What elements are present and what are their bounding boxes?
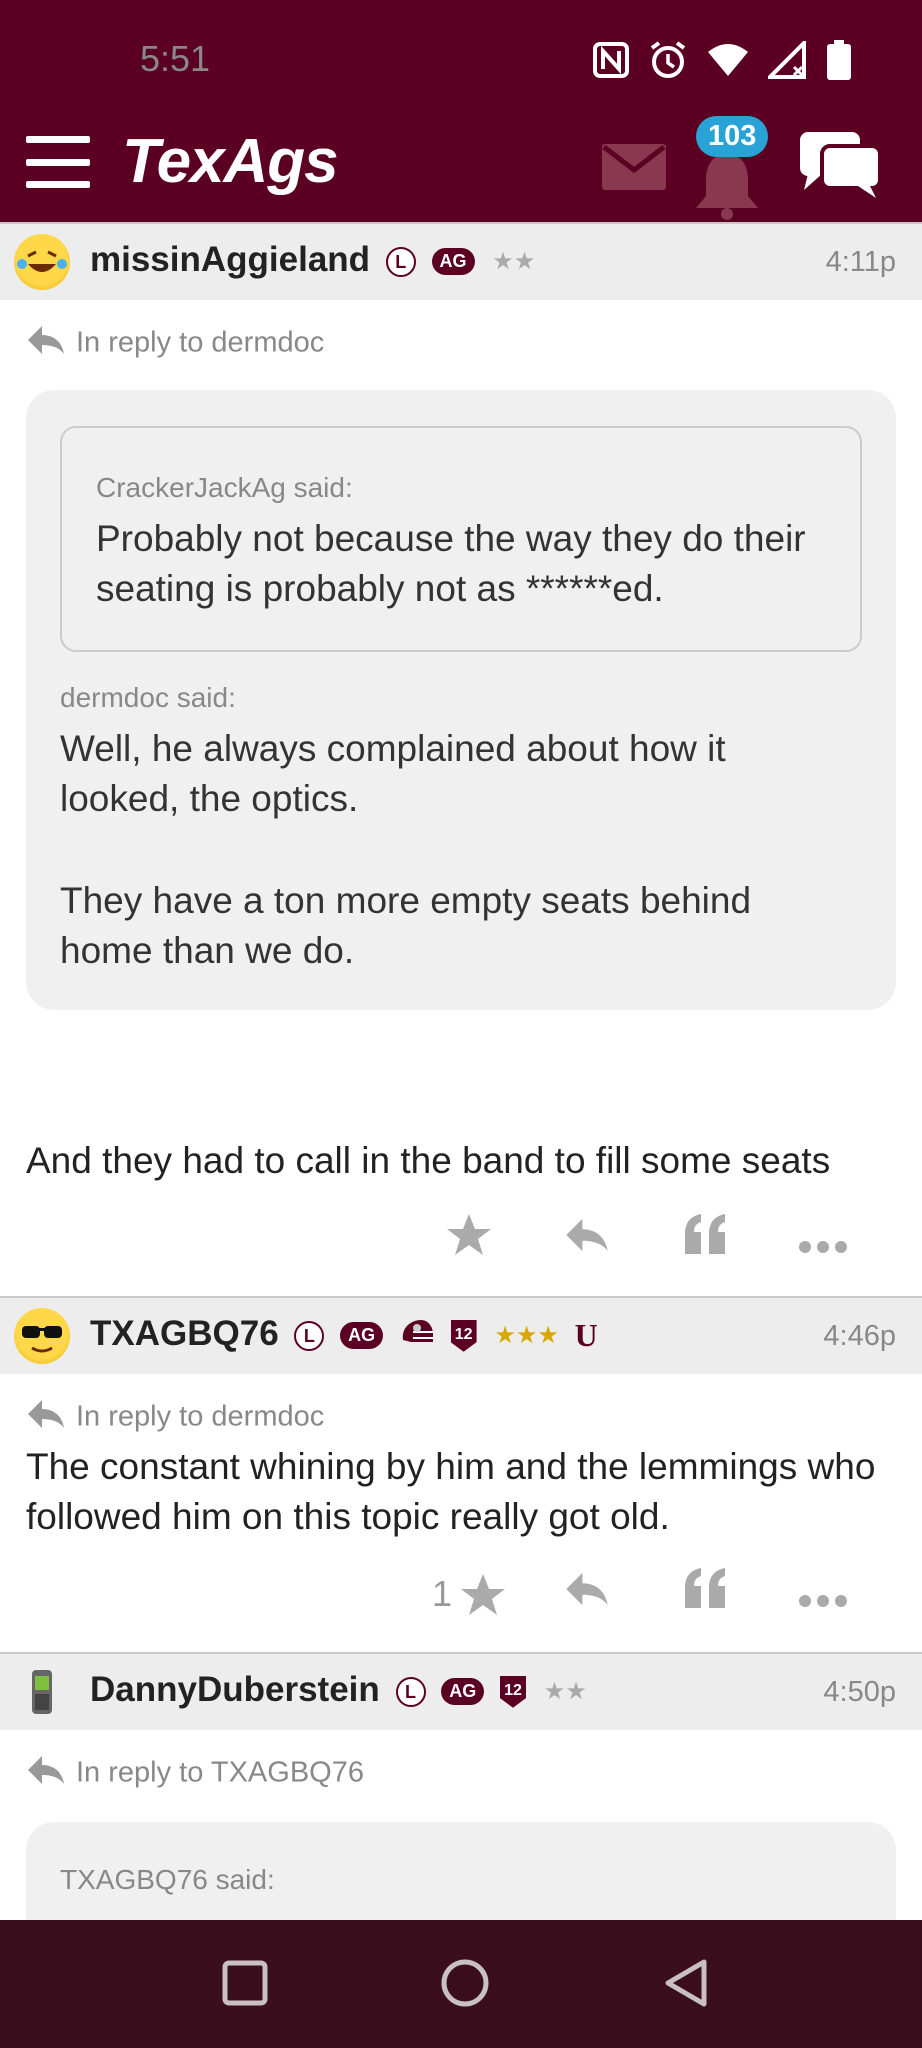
reply-to-link[interactable]: In reply to dermdoc: [26, 324, 324, 364]
system-nav-bar: [0, 1920, 922, 2048]
app-header: TexAgs 103: [0, 116, 922, 225]
mail-icon[interactable]: [602, 144, 666, 195]
reply-to-text[interactable]: In reply to dermdoc: [76, 1401, 324, 1433]
more-options-icon[interactable]: [764, 1215, 882, 1265]
nested-quote: CrackerJackAg said: Probably not because…: [60, 426, 862, 652]
quote-button[interactable]: [646, 1214, 764, 1265]
texags-logo[interactable]: TexAgs: [122, 126, 339, 197]
reply-arrow-icon: [26, 1754, 66, 1794]
notification-badge[interactable]: 103: [696, 116, 769, 157]
badge-l: L: [294, 1320, 325, 1351]
recents-button[interactable]: [222, 1960, 268, 2011]
status-icons: [592, 38, 852, 85]
battery-icon: [826, 40, 852, 85]
reply-arrow-icon: [26, 1398, 66, 1438]
chat-icon[interactable]: [798, 128, 882, 203]
avatar-laughing-emoji[interactable]: [14, 234, 70, 290]
reply-button[interactable]: [528, 1215, 646, 1265]
reply-to-text[interactable]: In reply to TXAGBQ76: [76, 1757, 364, 1789]
post-actions: [410, 1212, 882, 1267]
status-bar: 5:51: [0, 0, 922, 124]
alarm-icon: [648, 40, 688, 85]
badge-ag: AG: [340, 1322, 384, 1350]
post-time: 4:11p: [825, 246, 896, 278]
star-rating: ★★: [543, 1678, 587, 1706]
bell-icon[interactable]: [694, 150, 760, 225]
more-options-icon[interactable]: [764, 1569, 882, 1619]
post-header: DannyDuberstein L AG 12 ★★ 4:50p: [0, 1652, 922, 1730]
post-time: 4:46p: [823, 1320, 896, 1352]
helmet-icon: [399, 1318, 435, 1353]
quote-author: dermdoc said:: [60, 682, 236, 713]
username-text[interactable]: DannyDuberstein: [90, 1670, 380, 1709]
quote-author: TXAGBQ76 said:: [60, 1864, 275, 1895]
star-button[interactable]: [410, 1212, 528, 1267]
nfc-icon: [592, 41, 630, 84]
post-username[interactable]: TXAGBQ76 L AG 12 ★★★ U: [90, 1314, 598, 1354]
star-count: 1: [431, 1572, 453, 1614]
badge-u: U: [574, 1317, 598, 1354]
badge-l: L: [395, 1676, 426, 1707]
home-button[interactable]: [440, 1958, 490, 2013]
post-actions: 1: [410, 1568, 882, 1619]
star-button[interactable]: 1: [410, 1572, 528, 1616]
reply-to-link[interactable]: In reply to TXAGBQ76: [26, 1754, 364, 1794]
badge-12: 12: [499, 1675, 526, 1708]
wifi-icon: [706, 42, 750, 83]
quote-paragraph: They have a ton more empty seats behind …: [60, 880, 752, 971]
back-button[interactable]: [664, 1958, 710, 2013]
nested-quote-author: CrackerJackAg said:: [96, 472, 353, 503]
reply-to-text[interactable]: In reply to dermdoc: [76, 327, 324, 359]
avatar-phone[interactable]: [14, 1664, 70, 1720]
quote-block: CrackerJackAg said: Probably not because…: [26, 390, 896, 1010]
badge-ag: AG: [441, 1678, 485, 1706]
username-text[interactable]: missinAggieland: [90, 240, 370, 279]
post-header: missinAggieland L AG ★★ 4:11p: [0, 222, 922, 300]
post-header: TXAGBQ76 L AG 12 ★★★ U 4:46p: [0, 1296, 922, 1374]
reply-arrow-icon: [26, 324, 66, 364]
star-rating: ★★★: [494, 1322, 559, 1350]
username-text[interactable]: TXAGBQ76: [90, 1314, 279, 1353]
avatar-sunglasses-emoji[interactable]: [14, 1308, 70, 1364]
menu-icon[interactable]: [26, 136, 90, 188]
cell-signal-icon: [765, 38, 808, 84]
badge-ag: AG: [431, 248, 475, 276]
post-time: 4:50p: [823, 1676, 896, 1708]
badge-12: 12: [450, 1319, 477, 1352]
reply-button[interactable]: [528, 1569, 646, 1619]
post-username[interactable]: missinAggieland L AG ★★: [90, 240, 535, 280]
quote-paragraph: Well, he always complained about how it …: [60, 728, 726, 819]
star-rating: ★★: [492, 248, 536, 276]
post-body: The constant whining by him and the lemm…: [26, 1446, 876, 1537]
nested-quote-text: Probably not because the way they do the…: [96, 518, 806, 609]
reply-to-link[interactable]: In reply to dermdoc: [26, 1398, 324, 1438]
quote-button[interactable]: [646, 1568, 764, 1619]
post-username[interactable]: DannyDuberstein L AG 12 ★★: [90, 1670, 587, 1710]
post-body: And they had to call in the band to fill…: [26, 1140, 831, 1181]
badge-l: L: [385, 246, 416, 277]
